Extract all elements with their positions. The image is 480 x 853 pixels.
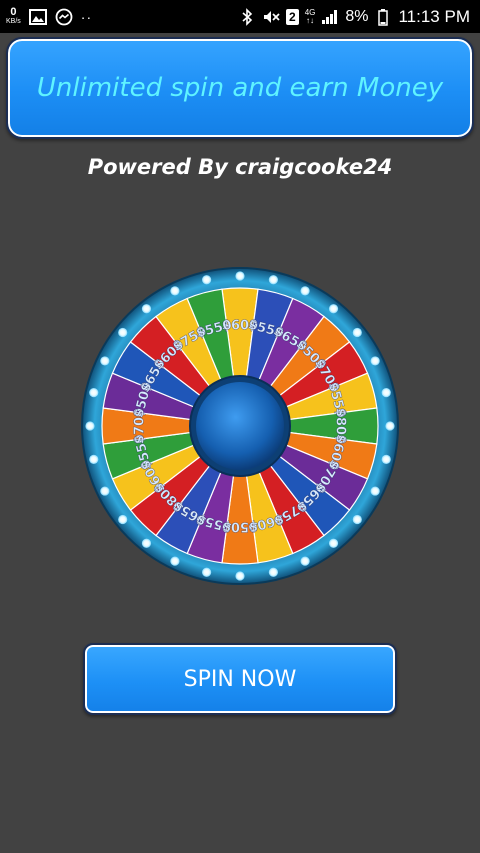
bluetooth-icon — [238, 7, 256, 26]
rim-light — [328, 304, 339, 314]
rim-light — [100, 486, 110, 496]
rim-light — [118, 327, 128, 338]
rim-light — [235, 271, 245, 281]
rim-light — [385, 421, 395, 431]
powered-by-text: Powered By craigcooke24 — [87, 155, 393, 179]
battery-icon — [374, 8, 392, 26]
rim-light — [370, 356, 380, 366]
rim-light — [381, 454, 391, 464]
network-speed-value: 0 — [10, 5, 17, 18]
network-speed-unit: KB/s — [6, 17, 21, 25]
network-type: 4G ↑↓ — [305, 8, 316, 25]
gallery-icon — [28, 8, 47, 26]
rim-light — [352, 514, 362, 525]
status-bar-left: 0 KB/s ·· — [0, 5, 93, 26]
status-bar-right: 2 4G ↑↓ 8% 11:13 PM — [238, 7, 480, 27]
signal-icon — [321, 8, 339, 26]
rim-light — [381, 388, 391, 398]
rim-light — [170, 286, 180, 296]
rim-light — [170, 556, 180, 566]
status-bar: 0 KB/s ·· 2 4G ↑↓ 8% 11:13 PM — [0, 0, 480, 33]
rim-light — [100, 356, 110, 366]
rim-light — [89, 454, 99, 464]
rim-light — [328, 538, 339, 548]
rim-light — [141, 538, 152, 548]
rim-light — [202, 275, 212, 285]
rim-light — [352, 327, 362, 338]
spin-now-button[interactable]: SPIN NOW — [83, 643, 397, 715]
banner-title: Unlimited spin and earn Money — [36, 73, 444, 103]
wheel-hub — [196, 382, 284, 470]
prize-wheel-graphic: $600$550$650$500$700$550$800$600$700$650… — [81, 267, 399, 585]
title-banner: Unlimited spin and earn Money — [6, 37, 474, 139]
clock: 11:13 PM — [398, 6, 470, 26]
rim-light — [141, 304, 152, 314]
rim-light — [370, 486, 380, 496]
messenger-icon — [55, 8, 73, 26]
battery-percent: 8% — [345, 7, 369, 25]
rim-light — [300, 286, 310, 296]
rim-light — [85, 421, 95, 431]
network-activity-icon: ↑↓ — [306, 15, 315, 25]
spin-now-label: SPIN NOW — [183, 666, 297, 692]
sim-indicator: 2 — [286, 8, 299, 25]
rim-light — [202, 567, 212, 577]
rim-light — [118, 514, 128, 525]
rim-light — [300, 556, 310, 566]
rim-light — [268, 567, 278, 577]
network-speed: 0 KB/s — [6, 5, 21, 26]
rim-light — [89, 388, 99, 398]
prize-wheel[interactable]: $600 $550 $650 $500 $700 $550 $800 $600 $700 $650… — [80, 266, 400, 586]
rim-light — [268, 275, 278, 285]
mute-icon — [262, 8, 280, 26]
rim-light — [235, 571, 245, 581]
more-notifications: ·· — [80, 8, 93, 25]
